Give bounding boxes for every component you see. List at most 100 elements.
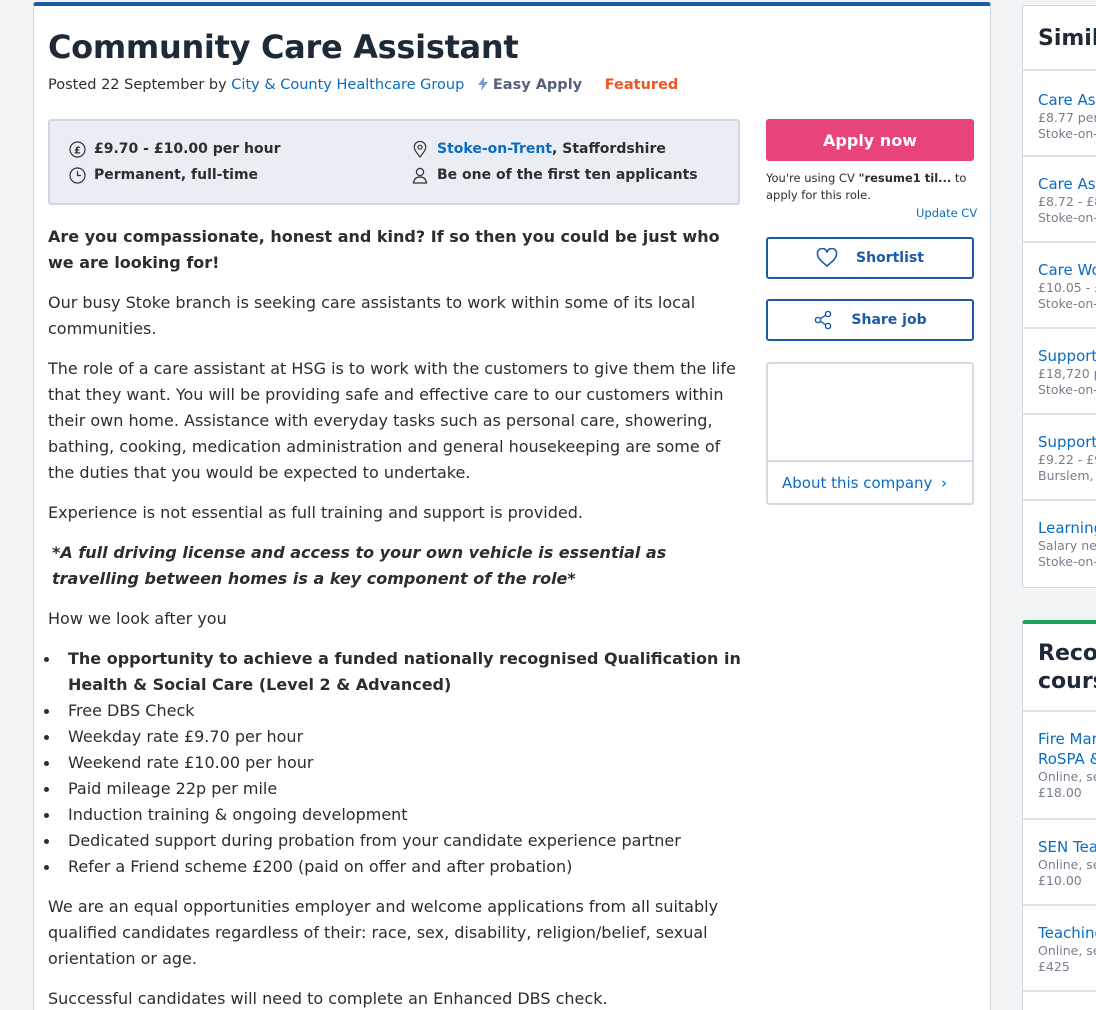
- similar-job-location: Stoke-on-: [1038, 554, 1096, 569]
- benefit-item: Paid mileage 22p per mile: [44, 776, 742, 802]
- company-box-divider: [768, 460, 972, 462]
- cv-note: You're using CV "resume1 til... to apply…: [766, 170, 974, 204]
- description-paragraph: Successful candidates will need to compl…: [48, 989, 608, 1008]
- course-meta: Online, se: [1038, 943, 1096, 958]
- apply-now-button[interactable]: Apply now: [766, 119, 974, 161]
- similar-jobs-heading: Simil: [1023, 6, 1096, 71]
- course-item[interactable]: Teaching Online, se £425: [1023, 906, 1096, 992]
- applicants-text: Be one of the first ten applicants: [437, 167, 698, 183]
- course-title[interactable]: Teaching: [1038, 923, 1096, 943]
- similar-job-item[interactable]: Learning Salary neg Stoke-on-: [1023, 501, 1096, 587]
- featured-badge: Featured: [604, 77, 679, 93]
- similar-job-title[interactable]: Care Wo: [1038, 260, 1096, 280]
- similar-job-location: Burslem,: [1038, 468, 1094, 483]
- description-paragraph: Our busy Stoke branch is seeking care as…: [48, 293, 696, 338]
- similar-job-item[interactable]: Support £18,720 p Stoke-on-: [1023, 329, 1096, 415]
- benefit-item: Dedicated support during probation from …: [44, 828, 742, 854]
- applicants-row: Be one of the first ten applicants: [411, 166, 698, 184]
- similar-jobs-panel: Simil Care Ass £8.77 per Stoke-on- Care …: [1022, 5, 1096, 588]
- pound-icon: £: [68, 140, 86, 158]
- similar-job-item[interactable]: Care Ass £8.72 - £8 Stoke-on-: [1023, 157, 1096, 243]
- courses-heading-line: Reco: [1038, 641, 1096, 666]
- recommended-courses-heading: Reco cours: [1023, 624, 1096, 712]
- job-summary: £ £9.70 - £10.00 per hour Permanent, ful…: [48, 119, 740, 205]
- description-intro: Are you compassionate, honest and kind? …: [48, 227, 720, 272]
- similar-job-location: Stoke-on-: [1038, 126, 1096, 141]
- similar-job-salary: £10.05 - £: [1038, 280, 1096, 295]
- job-type-row: Permanent, full-time: [68, 166, 258, 184]
- easy-apply-label: Easy Apply: [492, 77, 583, 93]
- course-meta: Online, se: [1038, 857, 1096, 872]
- person-icon: [411, 166, 429, 184]
- posted-line: Posted 22 September by City & County Hea…: [48, 77, 678, 93]
- benefit-item: Free DBS Check: [44, 698, 742, 724]
- share-icon: [813, 310, 833, 330]
- location-region: , Staffordshire: [552, 141, 666, 157]
- benefit-item: Weekday rate £9.70 per hour: [44, 724, 742, 750]
- location-link[interactable]: Stoke-on-Trent: [437, 141, 552, 157]
- svg-text:£: £: [74, 145, 81, 156]
- shortlist-label: Shortlist: [856, 250, 924, 266]
- similar-job-title[interactable]: Learning: [1038, 518, 1096, 538]
- similar-job-item[interactable]: Support £9.22 - £9 Burslem,: [1023, 415, 1096, 501]
- cv-note-prefix: You're using CV: [766, 171, 855, 185]
- company-link[interactable]: City & County Healthcare Group: [231, 77, 464, 93]
- similar-job-location: Stoke-on-: [1038, 210, 1096, 225]
- course-title[interactable]: SEN Tea: [1038, 837, 1096, 857]
- similar-job-title[interactable]: Care Ass: [1038, 174, 1096, 194]
- description-paragraph: We are an equal opportunities employer a…: [48, 897, 719, 968]
- lightning-icon: [477, 77, 488, 91]
- heart-icon: [816, 248, 838, 268]
- course-meta: Online, se: [1038, 769, 1096, 784]
- similar-job-title[interactable]: Support: [1038, 346, 1096, 366]
- chevron-right-icon: ›: [941, 474, 948, 492]
- similar-job-item[interactable]: Care Ass £8.77 per Stoke-on-: [1023, 71, 1096, 157]
- easy-apply-badge: Easy Apply: [477, 77, 582, 93]
- similar-job-salary: £18,720 p: [1038, 366, 1096, 381]
- similar-job-salary: £8.72 - £8: [1038, 194, 1096, 209]
- about-company-link[interactable]: About this company ›: [782, 474, 947, 492]
- similar-job-salary: £8.77 per: [1038, 110, 1096, 125]
- similar-job-title[interactable]: Care Ass: [1038, 90, 1096, 110]
- courses-heading-line: cours: [1038, 669, 1096, 694]
- benefits-list: The opportunity to achieve a funded nati…: [44, 646, 742, 880]
- job-details-card: Community Care Assistant Posted 22 Septe…: [33, 2, 991, 1010]
- recommended-courses-panel: Reco cours Fire Mar RoSPA & Online, se £…: [1022, 620, 1096, 1010]
- similar-job-salary: £9.22 - £9: [1038, 452, 1096, 467]
- similar-job-salary: Salary neg: [1038, 538, 1096, 553]
- job-description: Are you compassionate, honest and kind? …: [44, 224, 742, 1010]
- benefit-item: Induction training & ongoing development: [44, 802, 742, 828]
- shortlist-button[interactable]: Shortlist: [766, 237, 974, 279]
- course-title[interactable]: Fire Mar: [1038, 729, 1096, 749]
- similar-job-location: Stoke-on-: [1038, 382, 1096, 397]
- share-job-label: Share job: [851, 312, 927, 328]
- course-price: £425: [1038, 959, 1070, 974]
- benefit-item: Weekend rate £10.00 per hour: [44, 750, 742, 776]
- driving-license-note: *A full driving license and access to yo…: [52, 543, 667, 588]
- update-cv-link[interactable]: Update CV: [916, 206, 977, 220]
- benefits-heading: How we look after you: [48, 609, 227, 628]
- course-item[interactable]: SEN Tea Online, se £10.00: [1023, 820, 1096, 906]
- course-title[interactable]: RoSPA &: [1038, 749, 1096, 769]
- company-box: About this company ›: [766, 362, 974, 505]
- course-price: £10.00: [1038, 873, 1082, 888]
- similar-job-item[interactable]: Care Wo £10.05 - £ Stoke-on-: [1023, 243, 1096, 329]
- share-job-button[interactable]: Share job: [766, 299, 974, 341]
- benefit-item: The opportunity to achieve a funded nati…: [44, 646, 742, 698]
- salary-row: £ £9.70 - £10.00 per hour: [68, 140, 281, 158]
- description-paragraph: The role of a care assistant at HSG is t…: [48, 359, 736, 482]
- posted-date: Posted 22 September by: [48, 77, 227, 93]
- benefit-item: Refer a Friend scheme £200 (paid on offe…: [44, 854, 742, 880]
- location-row: Stoke-on-Trent, Staffordshire: [411, 140, 666, 158]
- similar-job-title[interactable]: Support: [1038, 432, 1096, 452]
- course-item[interactable]: Fire Mar RoSPA & Online, se £18.00: [1023, 712, 1096, 820]
- clock-icon: [68, 166, 86, 184]
- cv-name: "resume1 til...: [858, 171, 952, 185]
- salary-text: £9.70 - £10.00 per hour: [94, 141, 281, 157]
- description-paragraph: Experience is not essential as full trai…: [48, 503, 583, 522]
- course-price: £18.00: [1038, 785, 1082, 800]
- about-company-label: About this company: [782, 474, 933, 492]
- job-title: Community Care Assistant: [48, 28, 519, 66]
- location-pin-icon: [411, 140, 429, 158]
- similar-job-location: Stoke-on-: [1038, 296, 1096, 311]
